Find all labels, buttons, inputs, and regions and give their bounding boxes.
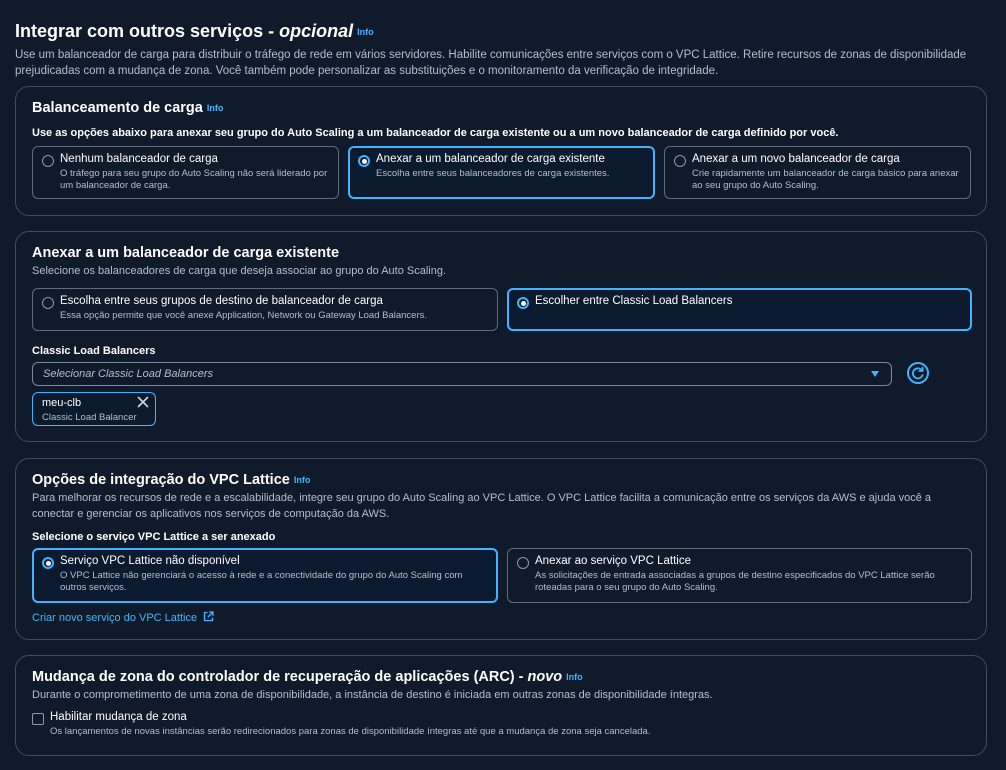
radio-button-selected[interactable] xyxy=(358,155,370,167)
classic-lb-select[interactable]: Selecionar Classic Load Balancers xyxy=(32,362,892,386)
option-attach-existing-lb[interactable]: Anexar a um balanceador de carga existen… xyxy=(348,146,655,199)
radio-button[interactable] xyxy=(674,155,686,167)
selected-token-meu-clb: meu-clb Classic Load Balancer xyxy=(32,392,156,426)
load-balancing-panel: Balanceamento de carga Info Use as opções… xyxy=(15,86,987,216)
option-title: Serviço VPC Lattice não disponível xyxy=(60,555,240,567)
option-vpc-lattice-unavailable[interactable]: Serviço VPC Lattice não disponível O VPC… xyxy=(32,548,498,603)
option-description: O VPC Lattice não gerenciará o acesso à … xyxy=(60,570,463,593)
vpc-lattice-title: Opções de integração do VPC Lattice Info xyxy=(32,472,310,488)
vpc-lattice-title-text: Opções de integração do VPC Lattice xyxy=(32,472,290,488)
info-link[interactable]: Info xyxy=(207,103,224,113)
option-title: Escolha entre seus grupos de destino de … xyxy=(60,295,383,307)
radio-button[interactable] xyxy=(42,297,54,309)
vpc-lattice-panel: Opções de integração do VPC Lattice Info … xyxy=(15,458,987,640)
caret-down-icon xyxy=(871,371,879,377)
info-link[interactable]: Info xyxy=(294,475,311,485)
zonal-shift-title: Mudança de zona do controlador de recupe… xyxy=(32,669,583,685)
page-title-optional: opcional xyxy=(279,21,354,41)
vpc-lattice-select-label: Selecione o serviço VPC Lattice a ser an… xyxy=(32,531,276,543)
attach-existing-description: Selecione os balanceadores de carga que … xyxy=(32,265,447,277)
zonal-shift-title-new: novo xyxy=(527,669,563,685)
page-title-text: Integrar com outros serviços - xyxy=(15,21,280,41)
create-link-text[interactable]: Criar novo serviço do VPC Lattice xyxy=(32,612,197,624)
option-title: Escolher entre Classic Load Balancers xyxy=(535,295,733,307)
zonal-shift-panel: Mudança de zona do controlador de recupe… xyxy=(15,655,987,756)
radio-button[interactable] xyxy=(42,155,54,167)
option-title: Anexar a um balanceador de carga existen… xyxy=(376,153,605,165)
option-description: Essa opção permite que você anexe Applic… xyxy=(60,310,428,321)
load-balancing-title: Balanceamento de carga Info xyxy=(32,100,223,116)
option-description: Escolha entre seus balanceadores de carg… xyxy=(376,168,610,179)
load-balancing-instruction: Use as opções abaixo para anexar seu gru… xyxy=(32,127,839,139)
create-vpc-lattice-link[interactable]: Criar novo serviço do VPC Lattice xyxy=(32,610,215,624)
token-type: Classic Load Balancer xyxy=(42,412,137,423)
option-title: Nenhum balanceador de carga xyxy=(60,153,218,165)
zonal-shift-title-text: Mudança de zona do controlador de recupe… xyxy=(32,669,528,685)
token-name: meu-clb xyxy=(42,397,82,409)
close-icon[interactable] xyxy=(137,396,149,408)
page-title: Integrar com outros serviços - opcional I… xyxy=(15,20,990,43)
option-title: Anexar a um novo balanceador de carga xyxy=(692,153,900,165)
external-link-icon xyxy=(204,611,215,622)
option-description: Crie rapidamente um balanceador de carga… xyxy=(692,168,959,191)
checkbox-label: Habilitar mudança de zona xyxy=(50,711,187,723)
option-title: Anexar ao serviço VPC Lattice xyxy=(535,555,691,567)
load-balancing-title-text: Balanceamento de carga xyxy=(32,100,203,116)
refresh-icon xyxy=(911,366,924,380)
classic-lb-field-label: Classic Load Balancers xyxy=(32,345,156,357)
info-link[interactable]: Info xyxy=(566,672,583,682)
page-header: Integrar com outros serviços - opcional I… xyxy=(15,20,990,79)
option-attach-new-lb[interactable]: Anexar a um novo balanceador de carga Cr… xyxy=(664,146,971,199)
option-no-load-balancer[interactable]: Nenhum balanceador de carga O tráfego pa… xyxy=(32,146,339,199)
page-description: Use um balanceador de carga para distrib… xyxy=(15,49,967,78)
radio-button[interactable] xyxy=(517,557,529,569)
attach-existing-panel: Anexar a um balanceador de carga existen… xyxy=(15,231,987,442)
radio-button-selected[interactable] xyxy=(517,297,529,309)
option-target-groups[interactable]: Escolha entre seus grupos de destino de … xyxy=(32,288,498,331)
option-description: As solicitações de entrada associadas a … xyxy=(535,570,935,593)
option-attach-vpc-lattice[interactable]: Anexar ao serviço VPC Lattice As solicit… xyxy=(507,548,972,603)
enable-zonal-shift-checkbox[interactable] xyxy=(32,713,44,725)
zonal-shift-description: Durante o comprometimento de uma zona de… xyxy=(32,689,713,701)
radio-button-selected[interactable] xyxy=(42,557,54,569)
attach-existing-title: Anexar a um balanceador de carga existen… xyxy=(32,245,340,261)
vpc-lattice-description: Para melhorar os recursos de rede e a es… xyxy=(32,492,932,520)
info-link[interactable]: Info xyxy=(357,27,374,37)
refresh-button[interactable] xyxy=(907,362,929,384)
select-placeholder: Selecionar Classic Load Balancers xyxy=(43,368,213,380)
option-classic-load-balancers[interactable]: Escolher entre Classic Load Balancers xyxy=(507,288,972,331)
option-description: O tráfego para seu grupo do Auto Scaling… xyxy=(60,168,328,191)
checkbox-description: Os lançamentos de novas instâncias serão… xyxy=(50,726,651,737)
